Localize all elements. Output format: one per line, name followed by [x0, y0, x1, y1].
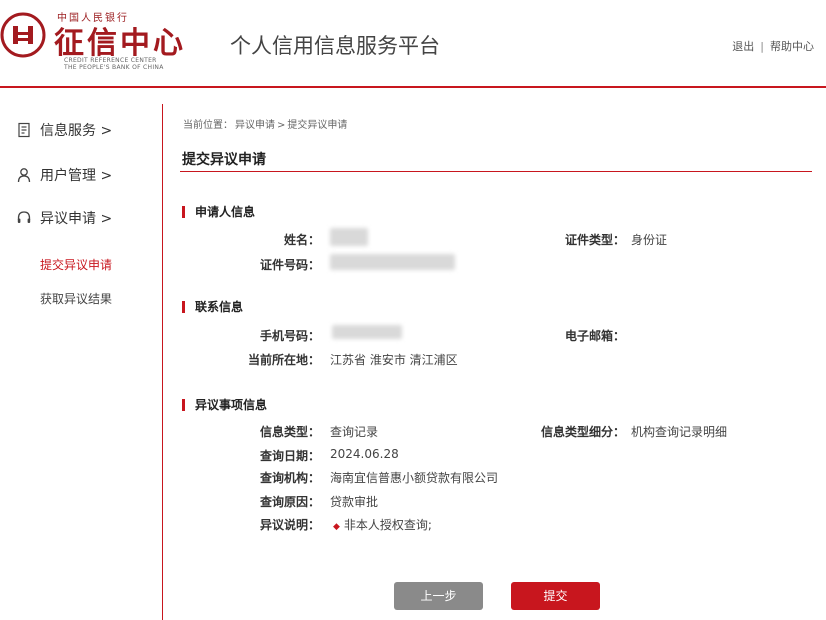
location-label: 当前所在地： — [247, 353, 320, 367]
section-title-text: 申请人信息 — [195, 205, 256, 219]
id-number-value-redacted — [330, 254, 455, 270]
info-subtype-label: 信息类型细分： — [540, 425, 625, 439]
info-type-value: 查询记录 — [330, 425, 379, 439]
query-date-label: 查询日期： — [259, 449, 320, 463]
id-type-value: 身份证 — [631, 233, 668, 247]
sidebar-item-label: 异议申请 > — [40, 211, 113, 227]
note-value: ◆ 非本人授权查询; — [333, 516, 432, 533]
phone-value-redacted — [332, 325, 402, 339]
sidebar-subitem-submit-dispute[interactable]: 提交异议申请 — [40, 256, 112, 273]
section-marker — [182, 205, 185, 218]
title-divider — [180, 171, 812, 172]
headset-icon — [17, 211, 31, 223]
logo-english-line1: CREDIT REFERENCE CENTER — [64, 57, 157, 64]
help-center-link[interactable]: 帮助中心 — [770, 40, 814, 53]
breadcrumb-level1[interactable]: 异议申请 — [235, 120, 275, 131]
name-label: 姓名： — [283, 233, 320, 247]
info-type-label: 信息类型： — [259, 425, 320, 439]
query-reason-value: 贷款审批 — [330, 495, 379, 509]
location-value: 江苏省 淮安市 清江浦区 — [330, 353, 458, 367]
note-text: 非本人授权查询; — [343, 518, 432, 532]
name-value-redacted — [330, 228, 368, 246]
top-links: 退出 | 帮助中心 — [732, 38, 814, 54]
logo-english-line2: THE PEOPLE'S BANK OF CHINA — [64, 64, 164, 71]
query-org-label: 查询机构： — [259, 471, 320, 485]
platform-title: 个人信用信息服务平台 — [230, 34, 440, 58]
breadcrumb-separator: > — [277, 120, 286, 131]
sidebar-divider — [162, 104, 163, 620]
link-separator: | — [760, 40, 764, 53]
id-type-label: 证件类型： — [564, 233, 625, 247]
logo-title: 征信中心 — [54, 26, 186, 61]
required-star-icon: ◆ — [333, 522, 340, 532]
sidebar-item-info-service[interactable]: 信息服务 > — [16, 120, 112, 140]
sidebar-item-label: 信息服务 > — [40, 123, 113, 139]
sidebar-item-label: 用户管理 > — [40, 168, 113, 184]
email-label: 电子邮箱： — [564, 329, 625, 343]
section-title-contact: 联系信息 — [182, 298, 243, 315]
section-title-dispute: 异议事项信息 — [182, 396, 267, 413]
document-icon — [18, 122, 30, 138]
breadcrumb: 当前位置： 异议申请 > 提交异议申请 — [182, 116, 348, 131]
section-title-applicant: 申请人信息 — [182, 203, 255, 220]
header: 中国人民银行 征信中心 CREDIT REFERENCE CENTER THE … — [0, 0, 826, 86]
query-org-value: 海南宜信普惠小额贷款有限公司 — [330, 471, 499, 485]
query-date-value: 2024.06.28 — [330, 447, 399, 461]
breadcrumb-level2: 提交异议申请 — [287, 120, 348, 131]
section-marker — [182, 300, 185, 313]
section-marker — [182, 398, 185, 411]
id-number-label: 证件号码： — [259, 258, 320, 272]
breadcrumb-prefix: 当前位置： — [183, 120, 233, 131]
page-title: 提交异议申请 — [182, 152, 266, 168]
sidebar-item-dispute[interactable]: 异议申请 > — [16, 208, 112, 228]
section-title-text: 异议事项信息 — [195, 398, 268, 412]
info-subtype-value: 机构查询记录明细 — [631, 425, 728, 439]
logo-emblem-icon — [0, 12, 46, 58]
user-icon — [17, 168, 31, 183]
section-title-text: 联系信息 — [195, 300, 244, 314]
phone-label: 手机号码： — [259, 329, 320, 343]
sidebar-item-user-management[interactable]: 用户管理 > — [16, 165, 112, 185]
note-label: 异议说明： — [259, 518, 320, 532]
logout-link[interactable]: 退出 — [732, 40, 754, 53]
submit-button[interactable]: 提交 — [511, 582, 600, 610]
prev-step-button[interactable]: 上一步 — [394, 582, 483, 610]
sidebar-subitem-dispute-result[interactable]: 获取异议结果 — [40, 290, 112, 307]
query-reason-label: 查询原因： — [259, 495, 320, 509]
